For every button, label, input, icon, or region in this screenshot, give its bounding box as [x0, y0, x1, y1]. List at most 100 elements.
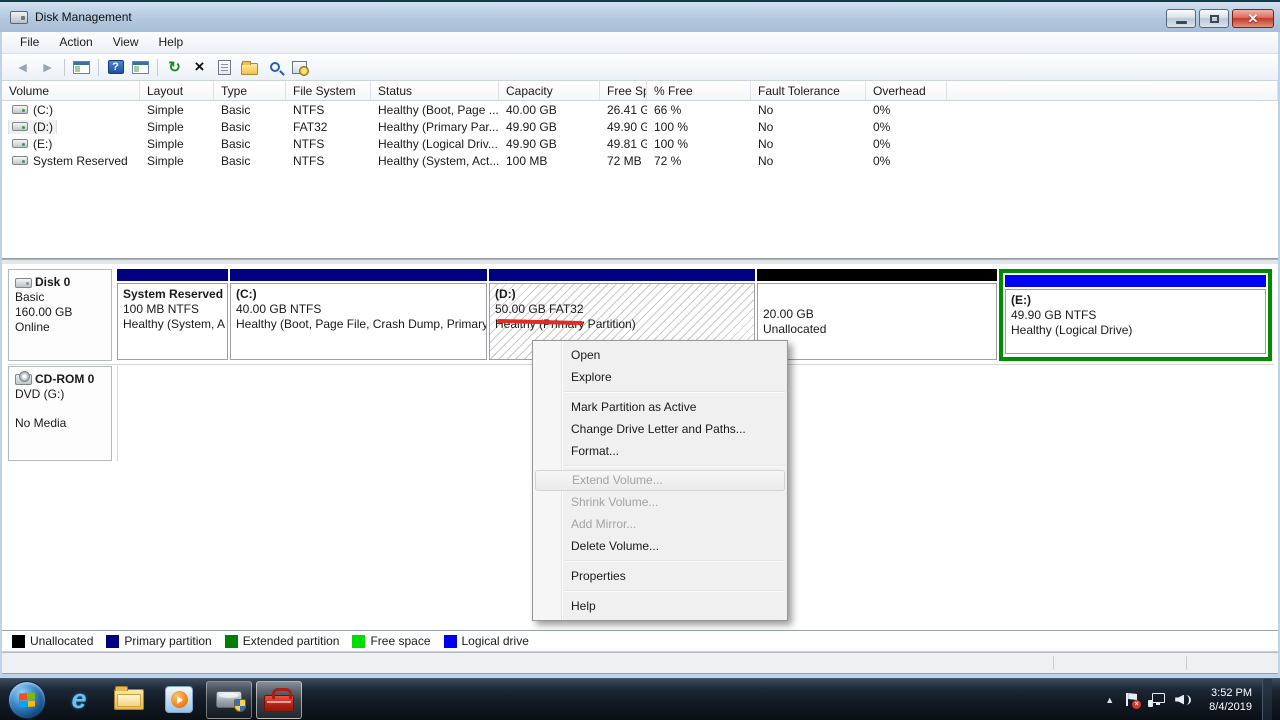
column-header-pct-free[interactable]: % Free [647, 81, 751, 100]
back-button[interactable]: ◄ [10, 56, 35, 78]
column-header-capacity[interactable]: Capacity [499, 81, 600, 100]
cell-overhead: 0% [866, 103, 947, 117]
taskbar-toolbox-app[interactable] [256, 681, 302, 719]
volume-icon [12, 122, 28, 131]
cdrom0-label-panel[interactable]: CD-ROM 0 DVD (G:) No Media [8, 366, 112, 461]
legend-label: Free space [370, 634, 430, 648]
partition-size: 100 MB NTFS [123, 302, 222, 317]
partition-title: (C:) [236, 287, 481, 302]
legend-swatch-unallocated [12, 635, 25, 648]
toolbar-separator [157, 59, 158, 76]
close-button[interactable]: ✕ [1232, 9, 1274, 28]
column-header-layout[interactable]: Layout [140, 81, 214, 100]
action-pane-icon [132, 61, 149, 74]
help-icon: ? [108, 60, 124, 74]
context-menu-open[interactable]: Open [533, 344, 787, 366]
context-menu-change-drive-letter[interactable]: Change Drive Letter and Paths... [533, 418, 787, 440]
minimize-button[interactable] [1166, 9, 1196, 28]
cell-type: Basic [214, 120, 286, 134]
find-icon [270, 62, 280, 72]
column-header-free-space[interactable]: Free Spa... [600, 81, 647, 100]
menu-view[interactable]: View [103, 32, 149, 53]
partition-type-bar [489, 269, 755, 281]
cell-file-system: FAT32 [286, 120, 371, 134]
taskbar-media-player[interactable] [156, 681, 202, 719]
volume-icon[interactable] [1175, 693, 1193, 707]
table-row-volume-d[interactable]: (D:) Simple Basic FAT32 Healthy (Primary… [2, 118, 1278, 135]
partition-size: 50.00 GB FAT32 [495, 302, 749, 317]
table-row-volume-e[interactable]: (E:) Simple Basic NTFS Healthy (Logical … [2, 135, 1278, 152]
menu-action[interactable]: Action [49, 32, 102, 53]
partition-c[interactable]: (C:) 40.00 GB NTFS Healthy (Boot, Page F… [230, 269, 487, 361]
cell-overhead: 0% [866, 120, 947, 134]
context-menu-properties[interactable]: Properties [533, 565, 787, 587]
taskbar-clock[interactable]: 3:52 PM 8/4/2019 [1203, 686, 1252, 714]
manage-computer-button[interactable] [287, 56, 312, 78]
taskbar-disk-management[interactable] [206, 681, 252, 719]
disk-icon [15, 278, 32, 288]
restore-button[interactable] [1199, 9, 1229, 28]
network-status-icon[interactable] [1148, 693, 1165, 707]
context-menu-delete-volume[interactable]: Delete Volume... [533, 535, 787, 557]
table-row-volume-c[interactable]: (C:) Simple Basic NTFS Healthy (Boot, Pa… [2, 101, 1278, 118]
partition-e[interactable]: (E:) 49.90 GB NTFS Healthy (Logical Driv… [999, 269, 1272, 361]
cell-type: Basic [214, 103, 286, 117]
context-menu-explore[interactable]: Explore [533, 366, 787, 388]
column-header-file-system[interactable]: File System [286, 81, 371, 100]
partition-context-menu: Open Explore Mark Partition as Active Ch… [532, 340, 788, 621]
column-header-status[interactable]: Status [371, 81, 499, 100]
context-menu-format[interactable]: Format... [533, 440, 787, 462]
partition-status: Unallocated [763, 322, 991, 337]
toolbar: ◄ ► ? ↻ × [2, 54, 1278, 81]
delete-button[interactable]: × [187, 56, 212, 78]
start-button[interactable] [8, 681, 46, 719]
cell-pct-free: 100 % [647, 120, 751, 134]
open-button[interactable] [237, 56, 262, 78]
close-icon: ✕ [1248, 12, 1259, 25]
show-hidden-icons-button[interactable]: ▲ [1105, 695, 1114, 705]
cell-fault-tolerance: No [751, 137, 866, 151]
cell-capacity: 40.00 GB [499, 103, 600, 117]
status-bar [2, 652, 1278, 674]
show-desktop-button[interactable] [1262, 679, 1272, 720]
forward-button[interactable]: ► [35, 56, 60, 78]
delete-icon: × [195, 59, 205, 75]
cell-type: Basic [214, 154, 286, 168]
column-header-volume[interactable]: Volume [2, 81, 140, 100]
refresh-button[interactable]: ↻ [162, 56, 187, 78]
volume-name: (E:) [33, 137, 52, 151]
column-header-type[interactable]: Type [214, 81, 286, 100]
partition-system-reserved[interactable]: System Reserved 100 MB NTFS Healthy (Sys… [117, 269, 228, 361]
taskbar-internet-explorer[interactable]: e [56, 681, 102, 719]
column-header-fault-tolerance[interactable]: Fault Tolerance [751, 81, 866, 100]
properties-button[interactable] [212, 56, 237, 78]
menu-help[interactable]: Help [149, 32, 194, 53]
show-action-pane-button[interactable] [128, 56, 153, 78]
legend-label: Logical drive [462, 634, 529, 648]
partition-size: 20.00 GB [763, 307, 991, 322]
cell-pct-free: 100 % [647, 137, 751, 151]
find-button[interactable] [262, 56, 287, 78]
legend-free-space: Free space [352, 634, 430, 648]
context-menu-extend-volume: Extend Volume... [535, 470, 785, 491]
cell-pct-free: 72 % [647, 154, 751, 168]
partition-status: Healthy (Boot, Page File, Crash Dump, Pr… [236, 317, 481, 332]
partition-size: 49.90 GB NTFS [1011, 308, 1260, 323]
help-button[interactable]: ? [103, 56, 128, 78]
menu-file[interactable]: File [10, 32, 49, 53]
legend-label: Primary partition [124, 634, 211, 648]
column-header-overhead[interactable]: Overhead [866, 81, 947, 100]
toolbox-icon [264, 695, 294, 712]
cell-file-system: NTFS [286, 103, 371, 117]
cell-status: Healthy (Logical Driv... [371, 137, 499, 151]
action-center-icon[interactable]: × [1124, 692, 1138, 707]
context-menu-help[interactable]: Help [533, 595, 787, 617]
taskbar-file-explorer[interactable] [106, 681, 152, 719]
table-row-system-reserved[interactable]: System Reserved Simple Basic NTFS Health… [2, 152, 1278, 169]
context-menu-mark-partition-active[interactable]: Mark Partition as Active [533, 396, 787, 418]
disk0-label-panel[interactable]: Disk 0 Basic 160.00 GB Online [8, 269, 112, 361]
partition-unallocated[interactable]: 20.00 GB Unallocated [757, 269, 997, 361]
partition-status: Healthy (System, A [123, 317, 222, 332]
show-console-tree-button[interactable] [69, 56, 94, 78]
cell-free-space: 72 MB [600, 154, 647, 168]
